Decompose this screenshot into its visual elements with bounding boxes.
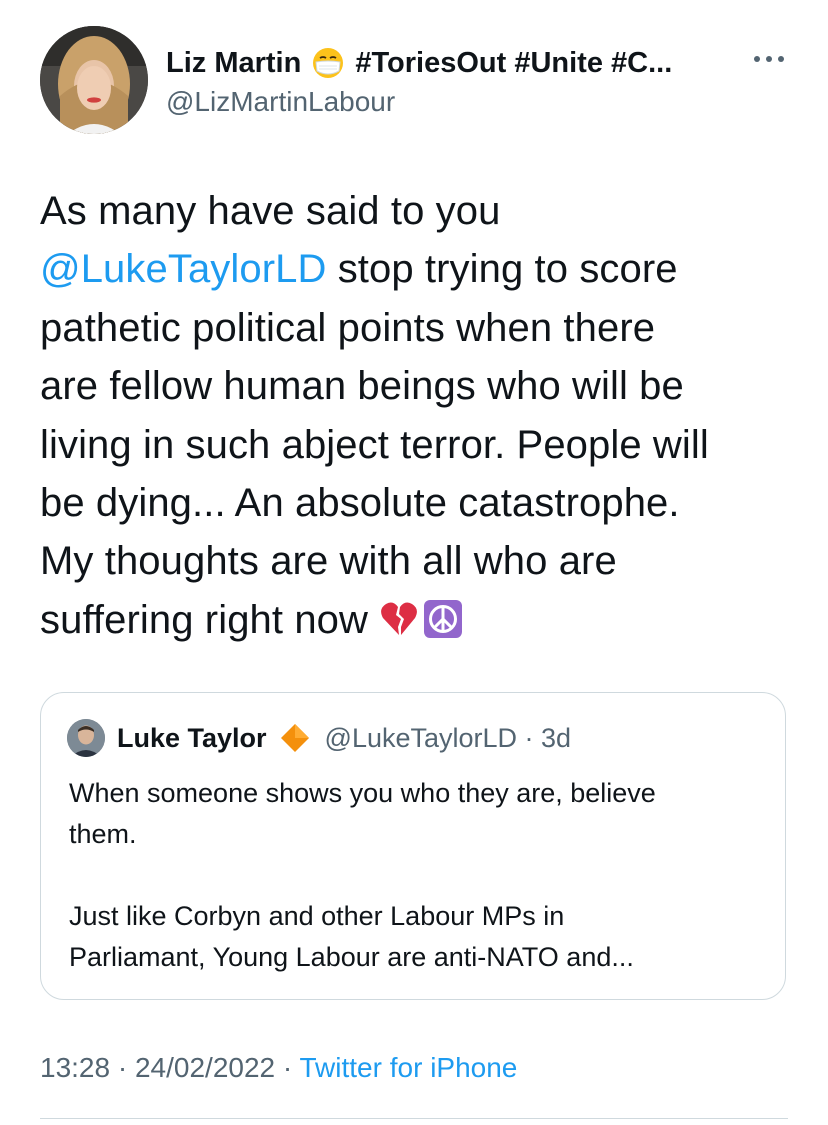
tweet-date[interactable]: 24/02/2022 — [135, 1052, 275, 1083]
quoted-tweet-text: When someone shows you who they are, bel… — [69, 773, 769, 978]
quoted-tweet-header: Luke Taylor @LukeTaylorLD · 3d — [67, 719, 571, 757]
tweet-line: pathetic political points when there — [40, 305, 656, 350]
tweet-line: My thoughts are with all who are — [40, 539, 617, 584]
tweet-meta: 13:28 · 24/02/2022 · Twitter for iPhone — [40, 1052, 517, 1084]
tweet-source-link[interactable]: Twitter for iPhone — [300, 1052, 518, 1083]
tweet-detail: Liz Martin #ToriesOut #Unite #C... @LizM… — [0, 0, 828, 1125]
tweet-line: suffering right now — [40, 591, 800, 649]
author-display-name[interactable]: Liz Martin — [166, 47, 301, 80]
meta-separator: · — [110, 1052, 135, 1083]
tweet-line: As many have said to you — [40, 189, 501, 233]
quoted-line: When someone shows you who they are, bel… — [69, 778, 656, 808]
tweet-line: be dying... An absolute catastrophe. — [40, 481, 680, 526]
tweet-header: Liz Martin #ToriesOut #Unite #C... @LizM… — [40, 24, 788, 136]
quoted-line: them. — [69, 819, 137, 849]
tweet-line: living in such abject terror. People wil… — [40, 422, 709, 467]
quoted-handle-time: @LukeTaylorLD · 3d — [324, 722, 572, 753]
more-options-icon[interactable] — [752, 52, 786, 64]
mention-link[interactable]: @LukeTaylorLD — [40, 247, 326, 291]
quoted-author-avatar — [67, 719, 105, 757]
author-avatar[interactable] — [40, 26, 148, 134]
author-handle[interactable]: @LizMartinLabour — [166, 86, 395, 118]
broken-heart-icon — [379, 597, 419, 637]
tweet-line-text: suffering right now — [40, 597, 380, 642]
tweet-line: @LukeTaylorLD stop trying to score — [40, 240, 800, 298]
tweet-time[interactable]: 13:28 — [40, 1052, 110, 1083]
tweet-text: As many have said to you @LukeTaylorLD s… — [40, 182, 800, 649]
meta-separator: · — [275, 1052, 300, 1083]
author-name-tags: #ToriesOut #Unite #C... — [355, 46, 673, 79]
divider — [40, 1118, 788, 1119]
quoted-line: Just like Corbyn and other Labour MPs in — [69, 901, 565, 931]
orange-diamond-icon — [279, 722, 311, 754]
peace-symbol-icon — [423, 597, 463, 638]
quoted-author-name: Luke Taylor — [117, 722, 267, 753]
quoted-line: Parliamant, Young Labour are anti-NATO a… — [69, 942, 634, 972]
quoted-tweet-card[interactable]: Luke Taylor @LukeTaylorLD · 3d When some… — [40, 692, 786, 1000]
tweet-line-text: stop trying to score — [326, 247, 678, 292]
author-name-row[interactable]: Liz Martin #ToriesOut #Unite #C... — [166, 44, 786, 82]
avatar-photo — [40, 26, 148, 134]
tweet-line: are fellow human beings who will be — [40, 364, 684, 409]
mask-emoji-icon — [311, 46, 345, 80]
